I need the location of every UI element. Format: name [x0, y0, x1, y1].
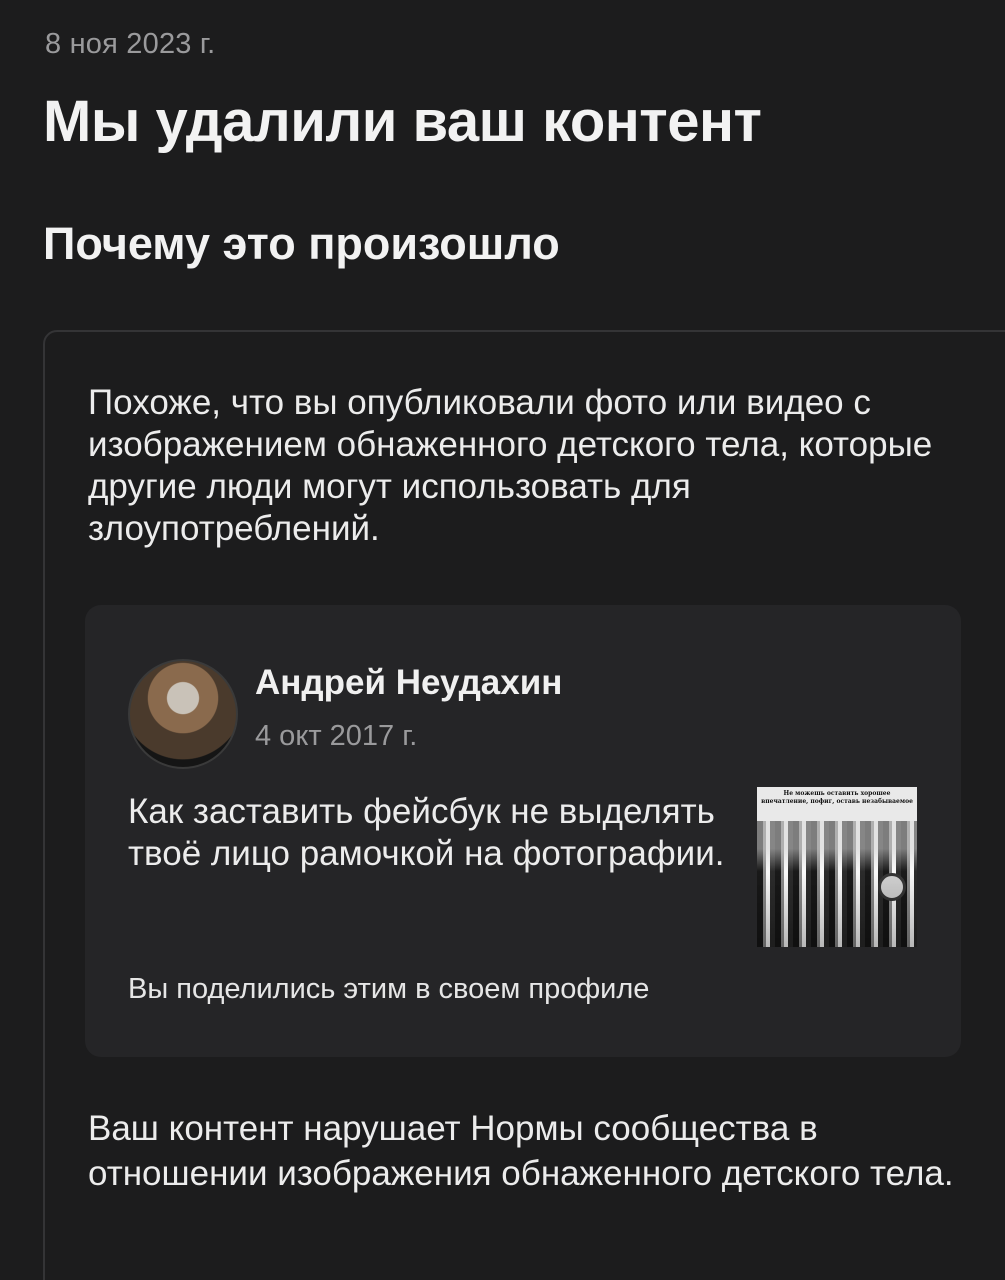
post-thumbnail: Не можешь оставить хорошее впечатление, … [757, 787, 917, 947]
red-circle-mark [878, 873, 906, 901]
shared-note: Вы поделились этим в своем профиле [128, 973, 650, 1005]
post-text: Как заставить фейсбук не выделять твоё л… [128, 792, 725, 873]
removed-post-preview[interactable]: Андрей Неудахин 4 окт 2017 г. Как застав… [85, 605, 961, 1057]
violation-text: Ваш контент нарушает Нормы сообщества в … [88, 1109, 954, 1193]
thumbnail-caption: Не можешь оставить хорошее впечатление, … [761, 790, 913, 805]
notice-date: 8 ноя 2023 г. [45, 28, 216, 60]
page-title: Мы удалили ваш контент [43, 89, 762, 154]
post-text-container: Как заставить фейсбук не выделять твоё л… [128, 791, 753, 931]
thumbnail-photo [757, 821, 917, 947]
page: 8 ноя 2023 г. Мы удалили ваш контент Поч… [0, 0, 1005, 1280]
author-avatar [128, 659, 238, 769]
section-heading: Почему это произошло [43, 218, 560, 269]
reason-card: Похоже, что вы опубликовали фото или вид… [43, 330, 1005, 1280]
post-author-name: Андрей Неудахин [255, 663, 563, 702]
reason-text: Похоже, что вы опубликовали фото или вид… [88, 383, 933, 548]
post-date: 4 окт 2017 г. [255, 720, 418, 752]
